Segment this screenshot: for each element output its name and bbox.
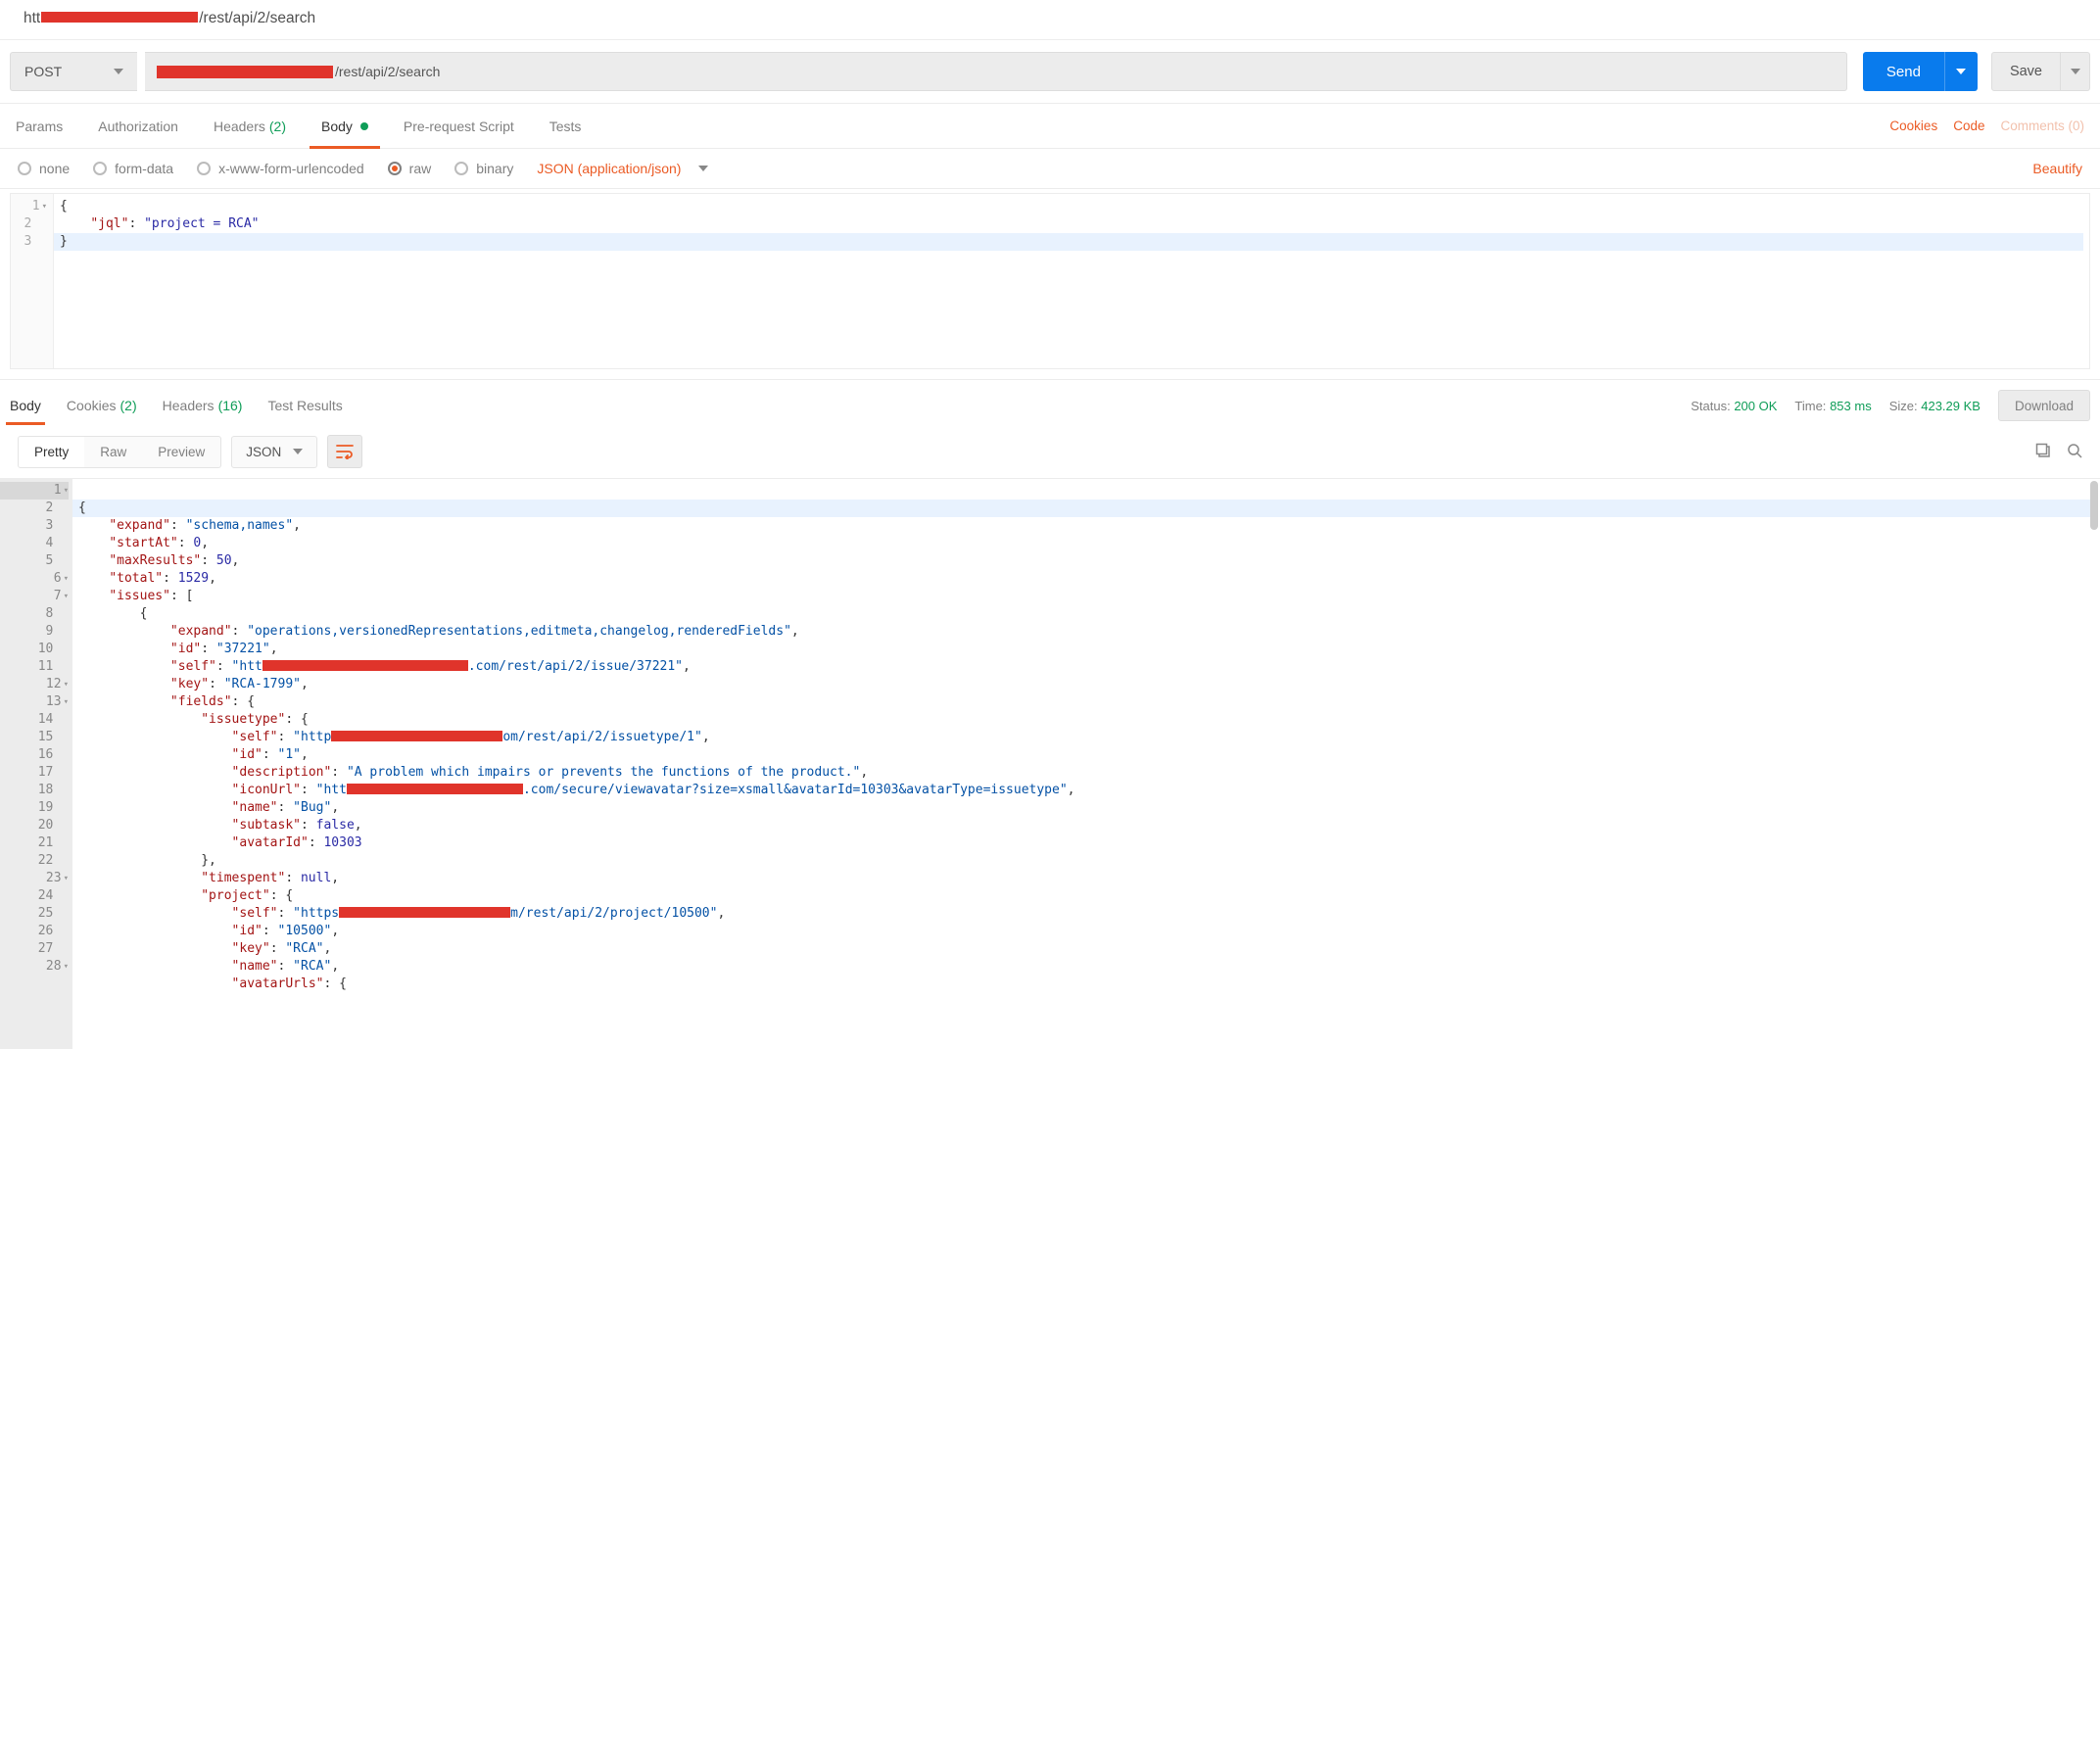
- line-wrap-button[interactable]: [327, 435, 362, 468]
- download-button[interactable]: Download: [1998, 390, 2090, 421]
- response-body-viewer[interactable]: 1 ▾ 2 3 4 5 6 ▾ 7 ▾ 8 9 10 11 12 ▾ 13 ▾ …: [0, 478, 2100, 1049]
- status-label: Status: 200 OK: [1691, 399, 1777, 413]
- body-type-options: none form-data x-www-form-urlencoded raw…: [0, 149, 2100, 189]
- redacted-block: [331, 731, 502, 741]
- send-button[interactable]: Send: [1863, 52, 1944, 91]
- chevron-down-icon: [114, 69, 123, 74]
- tab-prerequest[interactable]: Pre-request Script: [404, 104, 514, 148]
- chevron-down-icon: [1956, 69, 1966, 74]
- content-type-select[interactable]: JSON (application/json): [537, 161, 708, 176]
- redacted-block: [262, 660, 468, 671]
- save-dropdown[interactable]: [2061, 52, 2090, 91]
- request-body-editor[interactable]: 1 ▾ 2 3 { "jql": "project = RCA" }: [10, 193, 2090, 369]
- response-tab-headers[interactable]: Headers (16): [163, 386, 243, 425]
- url-input[interactable]: /rest/api/2/search: [145, 52, 1847, 91]
- response-content: { "expand": "schema,names", "startAt": 0…: [72, 479, 2100, 1049]
- redacted-block: [41, 12, 198, 23]
- editor-gutter: 1 ▾ 2 3: [11, 194, 54, 368]
- editor-content[interactable]: { "jql": "project = RCA" }: [54, 194, 2089, 368]
- scrollbar[interactable]: [2090, 481, 2098, 530]
- tab-authorization[interactable]: Authorization: [98, 104, 178, 148]
- chevron-down-icon: [293, 449, 303, 454]
- radio-raw[interactable]: raw: [388, 161, 432, 176]
- copy-icon[interactable]: [2035, 443, 2051, 461]
- redacted-block: [347, 784, 523, 794]
- time-label: Time: 853 ms: [1794, 399, 1871, 413]
- view-pretty[interactable]: Pretty: [19, 437, 84, 467]
- chevron-down-icon: [2071, 69, 2080, 74]
- tab-tests[interactable]: Tests: [549, 104, 582, 148]
- response-viewer-options: Pretty Raw Preview JSON: [0, 425, 2100, 478]
- redacted-block: [339, 907, 510, 918]
- response-tab-cookies[interactable]: Cookies (2): [67, 386, 137, 425]
- radio-binary[interactable]: binary: [454, 161, 513, 176]
- cookies-link[interactable]: Cookies: [1889, 119, 1937, 133]
- send-dropdown[interactable]: [1944, 52, 1978, 91]
- response-tab-body[interactable]: Body: [10, 386, 41, 425]
- view-raw[interactable]: Raw: [84, 437, 142, 467]
- response-gutter: 1 ▾ 2 3 4 5 6 ▾ 7 ▾ 8 9 10 11 12 ▾ 13 ▾ …: [0, 479, 72, 1049]
- radio-urlencoded[interactable]: x-www-form-urlencoded: [197, 161, 364, 176]
- view-preview[interactable]: Preview: [142, 437, 220, 467]
- radio-formdata[interactable]: form-data: [93, 161, 173, 176]
- search-icon[interactable]: [2067, 443, 2082, 461]
- tab-body[interactable]: Body: [321, 104, 368, 148]
- save-button[interactable]: Save: [1991, 52, 2061, 91]
- comments-link[interactable]: Comments (0): [2000, 119, 2084, 133]
- code-link[interactable]: Code: [1953, 119, 1984, 133]
- beautify-link[interactable]: Beautify: [2032, 161, 2082, 176]
- tab-headers[interactable]: Headers (2): [214, 104, 286, 148]
- tab-title: htt/rest/api/2/search: [0, 0, 2100, 40]
- request-row: POST /rest/api/2/search Send Save: [0, 40, 2100, 104]
- response-tab-testresults[interactable]: Test Results: [267, 386, 342, 425]
- response-tabs-row: Body Cookies (2) Headers (16) Test Resul…: [0, 379, 2100, 425]
- modified-dot-icon: [360, 122, 368, 130]
- chevron-down-icon: [698, 166, 708, 171]
- radio-none[interactable]: none: [18, 161, 70, 176]
- format-select[interactable]: JSON: [231, 436, 317, 468]
- method-select[interactable]: POST: [10, 52, 137, 91]
- request-tabs: Params Authorization Headers (2) Body Pr…: [0, 104, 2100, 149]
- redacted-block: [157, 66, 333, 78]
- tab-params[interactable]: Params: [16, 104, 63, 148]
- size-label: Size: 423.29 KB: [1889, 399, 1981, 413]
